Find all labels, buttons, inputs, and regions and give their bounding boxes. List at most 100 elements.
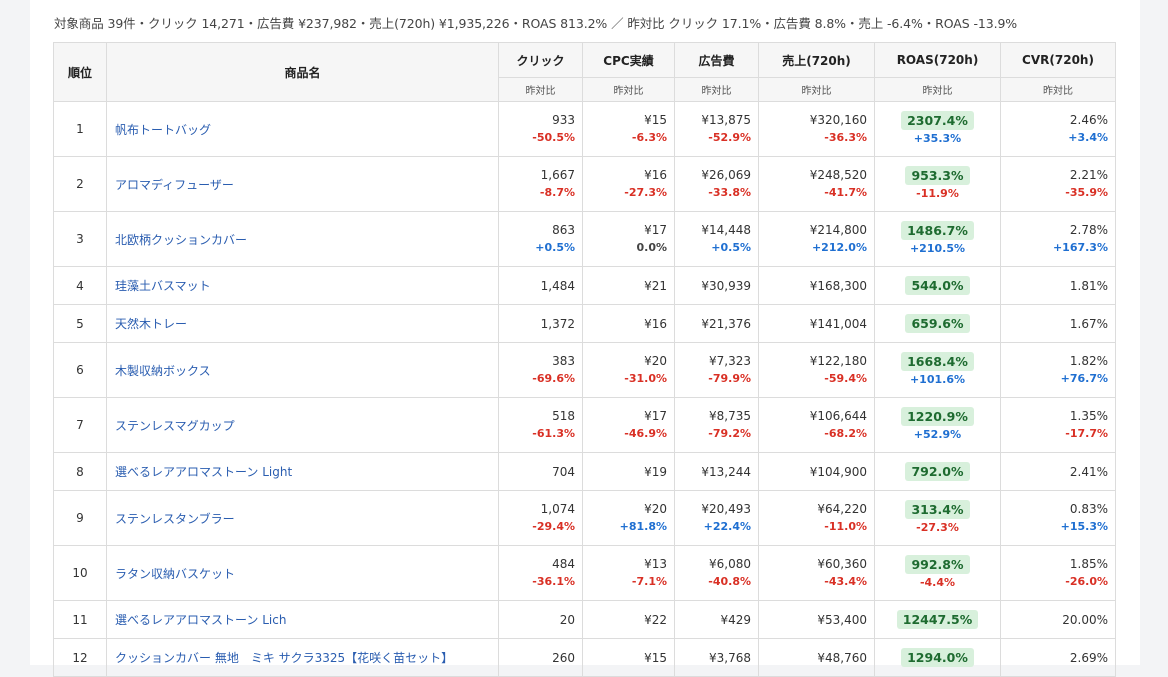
sales-cell: ¥64,220 -11.0% (758, 490, 875, 546)
sales-value: ¥122,180 (809, 354, 867, 368)
cvr-yoy-change: -35.9% (1065, 186, 1108, 199)
roas-cell: 2307.4% +35.3% (874, 101, 1001, 157)
sales-yoy-change: -59.4% (824, 372, 867, 385)
product-link[interactable]: 天然木トレー (115, 317, 187, 331)
sales-cell: ¥48,760 (758, 638, 875, 677)
product-link[interactable]: クッションカバー 無地 ミキ サクラ3325【花咲く苗セット】 (115, 651, 453, 665)
cost-cell: ¥8,735 -79.2% (674, 397, 759, 453)
cost-cell: ¥3,768 (674, 638, 759, 677)
cost-value: ¥429 (720, 612, 751, 627)
cost-yoy-change: -40.8% (708, 575, 751, 588)
roas-badge: 659.6% (905, 314, 970, 333)
cost-value: ¥30,939 (701, 278, 751, 293)
click-value: 484 (552, 557, 575, 571)
product-link[interactable]: 選べるレアアロマストーン Lich (115, 613, 286, 627)
cost-yoy-change: +0.5% (711, 241, 751, 254)
cpc-yoy-change: -46.9% (624, 427, 667, 440)
click-yoy-change: -8.7% (539, 186, 575, 199)
cost-value: ¥26,069 (701, 168, 751, 182)
roas-cell: 1294.0% (874, 638, 1001, 677)
cost-value: ¥13,875 (701, 113, 751, 127)
product-link[interactable]: 北欧柄クッションカバー (115, 233, 247, 247)
cvr-cell: 1.35% -17.7% (1000, 397, 1116, 453)
table-row: 11 選べるレアアロマストーン Lich 20 ¥22 ¥429 ¥53,400 12447… (53, 600, 1116, 639)
roas-badge: 992.8% (905, 554, 970, 574)
cvr-value: 1.81% (1069, 278, 1108, 293)
header-cost[interactable]: 広告費 (674, 42, 759, 78)
subheader-yoy: 昨対比 (1000, 77, 1116, 102)
table-row: 7 ステンレスマグカップ 518 -61.3% ¥17 -46.9% ¥8,735 -79.2… (53, 397, 1116, 453)
sales-cell: ¥320,160 -36.3% (758, 101, 875, 157)
cost-yoy-change: +22.4% (703, 520, 751, 533)
product-link[interactable]: 選べるレアアロマストーン Light (115, 465, 292, 479)
product-ranking-table: 順位 商品名 クリック CPC実績 広告費 売上(720h) ROAS(720h… (53, 42, 1116, 677)
cpc-yoy-change: -31.0% (624, 372, 667, 385)
product-link[interactable]: 木製収納ボックス (115, 364, 211, 378)
roas-badge: 953.3% (905, 165, 970, 185)
product-name-cell: ステンレスタンブラー (106, 490, 499, 546)
product-name-cell: 天然木トレー (106, 304, 499, 343)
cvr-cell: 1.82% +76.7% (1000, 342, 1116, 398)
cpc-yoy-change: -27.3% (624, 186, 667, 199)
header-roas[interactable]: ROAS(720h) (874, 42, 1001, 78)
cvr-cell: 20.00% (1000, 600, 1116, 639)
cpc-value: ¥13 (644, 557, 667, 571)
product-link[interactable]: ラタン収納バスケット (115, 567, 235, 581)
product-link[interactable]: ステンレスタンブラー (115, 512, 235, 526)
cpc-cell: ¥20 +81.8% (582, 490, 675, 546)
cpc-cell: ¥19 (582, 452, 675, 491)
subheader-yoy: 昨対比 (582, 77, 675, 102)
cost-yoy-change: -79.2% (708, 427, 751, 440)
click-cell: 863 +0.5% (498, 211, 583, 267)
click-value: 260 (552, 650, 575, 665)
sales-value: ¥53,400 (817, 612, 867, 627)
roas-badge: 1668.4% (901, 351, 974, 371)
click-cell: 1,484 (498, 266, 583, 305)
cvr-cell: 2.78% +167.3% (1000, 211, 1116, 267)
product-name-cell: 選べるレアアロマストーン Lich (106, 600, 499, 639)
cvr-yoy-change: +76.7% (1060, 372, 1108, 385)
cost-yoy-change: -33.8% (708, 186, 751, 199)
product-link[interactable]: アロマディフューザー (115, 178, 234, 192)
rank-cell: 6 (53, 342, 107, 398)
header-cpc[interactable]: CPC実績 (582, 42, 675, 78)
roas-yoy-change: -4.4% (919, 575, 956, 589)
product-link[interactable]: 帆布トートバッグ (115, 123, 211, 137)
cost-value: ¥20,493 (701, 502, 751, 516)
product-name-cell: クッションカバー 無地 ミキ サクラ3325【花咲く苗セット】 (106, 638, 499, 677)
click-cell: 20 (498, 600, 583, 639)
roas-yoy-change: -27.3% (916, 520, 959, 534)
cost-value: ¥21,376 (701, 316, 751, 331)
sales-yoy-change: -43.4% (824, 575, 867, 588)
cost-cell: ¥20,493 +22.4% (674, 490, 759, 546)
subheader-yoy: 昨対比 (874, 77, 1001, 102)
cvr-value: 2.21% (1069, 168, 1108, 182)
cost-value: ¥13,244 (701, 464, 751, 479)
cost-cell: ¥14,448 +0.5% (674, 211, 759, 267)
sales-value: ¥106,644 (809, 409, 867, 423)
product-link[interactable]: ステンレスマグカップ (115, 419, 235, 433)
subheader-yoy: 昨対比 (498, 77, 583, 102)
rank-cell: 7 (53, 397, 107, 453)
roas-cell: 792.0% (874, 452, 1001, 491)
header-cvr[interactable]: CVR(720h) (1000, 42, 1116, 78)
roas-cell: 313.4% -27.3% (874, 490, 1001, 546)
cvr-value: 1.67% (1069, 316, 1108, 331)
cost-yoy-change: -79.9% (708, 372, 751, 385)
product-link[interactable]: 珪藻土バスマット (115, 279, 211, 293)
cpc-value: ¥21 (644, 278, 667, 293)
sales-cell: ¥214,800 +212.0% (758, 211, 875, 267)
cpc-cell: ¥22 (582, 600, 675, 639)
header-product-name[interactable]: 商品名 (106, 42, 499, 102)
header-sales[interactable]: 売上(720h) (758, 42, 875, 78)
click-cell: 1,667 -8.7% (498, 156, 583, 212)
click-cell: 484 -36.1% (498, 545, 583, 601)
click-yoy-change: -50.5% (532, 131, 575, 144)
cost-value: ¥8,735 (709, 409, 751, 423)
header-rank[interactable]: 順位 (53, 42, 107, 102)
click-value: 383 (552, 354, 575, 368)
cvr-yoy-change: +167.3% (1052, 241, 1108, 254)
click-cell: 518 -61.3% (498, 397, 583, 453)
header-click[interactable]: クリック (498, 42, 583, 78)
roas-cell: 1486.7% +210.5% (874, 211, 1001, 267)
